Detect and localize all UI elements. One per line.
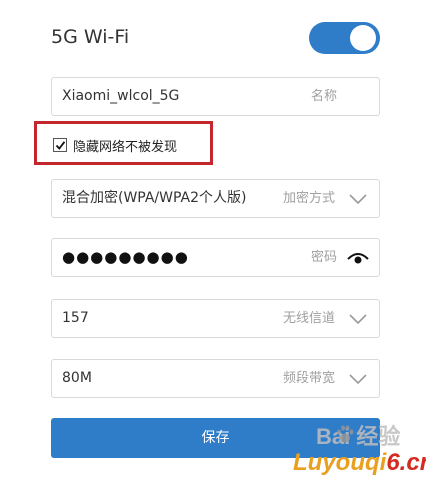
watermark-logo: Bai 经验	[316, 424, 401, 449]
chevron-down-icon	[349, 194, 367, 205]
bandwidth-select[interactable]: 80M 频段带宽	[51, 359, 380, 398]
channel-hint: 无线信道	[283, 311, 336, 326]
checkmark-icon	[55, 141, 66, 150]
bandwidth-value: 80M	[62, 370, 92, 386]
wifi-toggle[interactable]	[309, 22, 380, 54]
eye-icon[interactable]	[347, 251, 369, 265]
watermark-site-a: Luyouqi	[293, 449, 387, 476]
paw-icon	[337, 425, 354, 443]
chevron-down-icon	[349, 314, 367, 325]
hide-network-checkbox[interactable]	[53, 138, 67, 152]
password-field[interactable]: ●●●●●●●●● 密码	[51, 238, 380, 277]
watermark-site-b: 6.cn	[386, 449, 426, 476]
watermark-site: Luyouqi6.cn	[293, 449, 426, 477]
channel-select[interactable]: 157 无线信道	[51, 299, 380, 338]
hide-network-label: 隐藏网络不被发现	[73, 140, 178, 155]
password-hint: 密码	[311, 250, 338, 265]
wifi-title: 5G Wi-Fi	[51, 26, 130, 48]
encryption-value: 混合加密(WPA/WPA2个人版)	[62, 190, 247, 206]
name-value: Xiaomi_wlcol_5G	[62, 88, 180, 104]
password-value: ●●●●●●●●●	[62, 248, 189, 266]
name-field[interactable]: Xiaomi_wlcol_5G 名称	[51, 77, 380, 116]
name-hint: 名称	[311, 89, 338, 104]
chevron-down-icon	[349, 374, 367, 385]
encryption-hint: 加密方式	[283, 191, 336, 206]
encryption-select[interactable]: 混合加密(WPA/WPA2个人版) 加密方式	[51, 179, 380, 218]
toggle-knob	[350, 25, 376, 51]
bandwidth-hint: 频段带宽	[283, 371, 336, 386]
channel-value: 157	[62, 310, 89, 326]
